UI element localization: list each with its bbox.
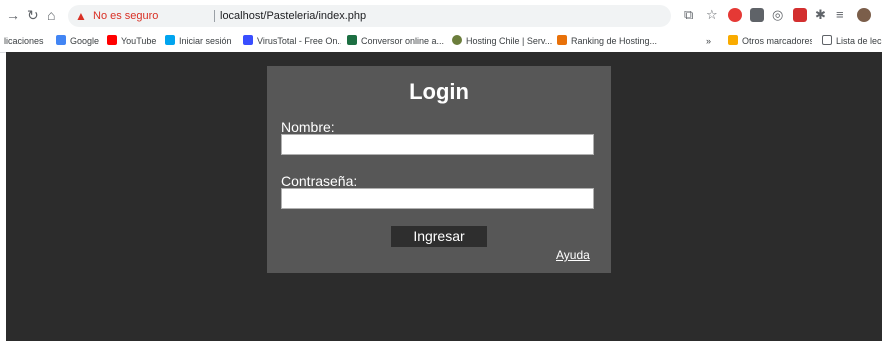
translate-icon[interactable]: ⧉ [684, 7, 693, 23]
address-separator [214, 10, 215, 22]
virustotal-icon [243, 35, 253, 45]
reload-icon[interactable]: ↻ [27, 6, 39, 24]
browser-toolbar: → ↻ ⌂ ▲ No es seguro localhost/Pasteleri… [0, 0, 882, 30]
reading-list-icon [822, 35, 832, 45]
microsoft-icon [165, 35, 175, 45]
star-icon[interactable]: ☆ [706, 7, 718, 23]
bookmark-youtube[interactable]: YouTube [107, 34, 159, 48]
password-label: Contraseña: [281, 173, 358, 189]
home-icon[interactable]: ⌂ [47, 6, 55, 24]
bookmark-hosting-chile[interactable]: Hosting Chile | Serv... [452, 34, 552, 48]
ranking-icon [557, 35, 567, 45]
bookmarks-bar: licaciones Google YouTube Iniciar sesión… [0, 30, 882, 53]
name-input[interactable] [281, 134, 594, 155]
puzzle-icon[interactable]: ✱ [815, 7, 826, 23]
name-label: Nombre: [281, 119, 335, 135]
bookmark-conversor[interactable]: Conversor online a... [347, 34, 447, 48]
address-bar[interactable]: ▲ No es seguro localhost/Pasteleria/inde… [68, 5, 671, 27]
reading-list-button[interactable]: Lista de lec [822, 34, 882, 48]
bookmark-google[interactable]: Google [56, 34, 102, 48]
bookmark-apps[interactable]: licaciones [4, 34, 50, 48]
help-link[interactable]: Ayuda [556, 248, 590, 262]
bookmark-other[interactable]: Otros marcadores [728, 34, 812, 48]
bookmark-iniciar-sesion[interactable]: Iniciar sesión [165, 34, 237, 48]
reading-list-icon[interactable]: ≡ [836, 7, 844, 23]
excel-icon [347, 35, 357, 45]
warning-icon: ▲ [75, 9, 87, 23]
security-indicator[interactable]: No es seguro [93, 9, 158, 23]
page-content: Login Nombre: Contraseña: Ingresar Ayuda [6, 52, 882, 341]
google-icon [56, 35, 66, 45]
extension-icon[interactable] [750, 8, 764, 22]
hosting-icon [452, 35, 462, 45]
password-input[interactable] [281, 188, 594, 209]
submit-button[interactable]: Ingresar [391, 226, 487, 247]
bookmarks-overflow-button[interactable]: » [706, 34, 718, 48]
login-panel: Login Nombre: Contraseña: Ingresar Ayuda [267, 66, 611, 273]
forward-icon[interactable]: → [6, 6, 20, 24]
bookmark-ranking[interactable]: Ranking de Hosting... [557, 34, 657, 48]
bookmark-virustotal[interactable]: VirusTotal - Free On... [243, 34, 341, 48]
youtube-icon [107, 35, 117, 45]
adblock-icon[interactable] [728, 8, 742, 22]
avatar[interactable] [857, 8, 871, 22]
pdf-icon[interactable] [793, 8, 807, 22]
url-text[interactable]: localhost/Pasteleria/index.php [220, 9, 366, 23]
speed-icon[interactable]: ◎ [772, 7, 783, 23]
folder-icon [728, 35, 738, 45]
login-title: Login [409, 79, 469, 104]
